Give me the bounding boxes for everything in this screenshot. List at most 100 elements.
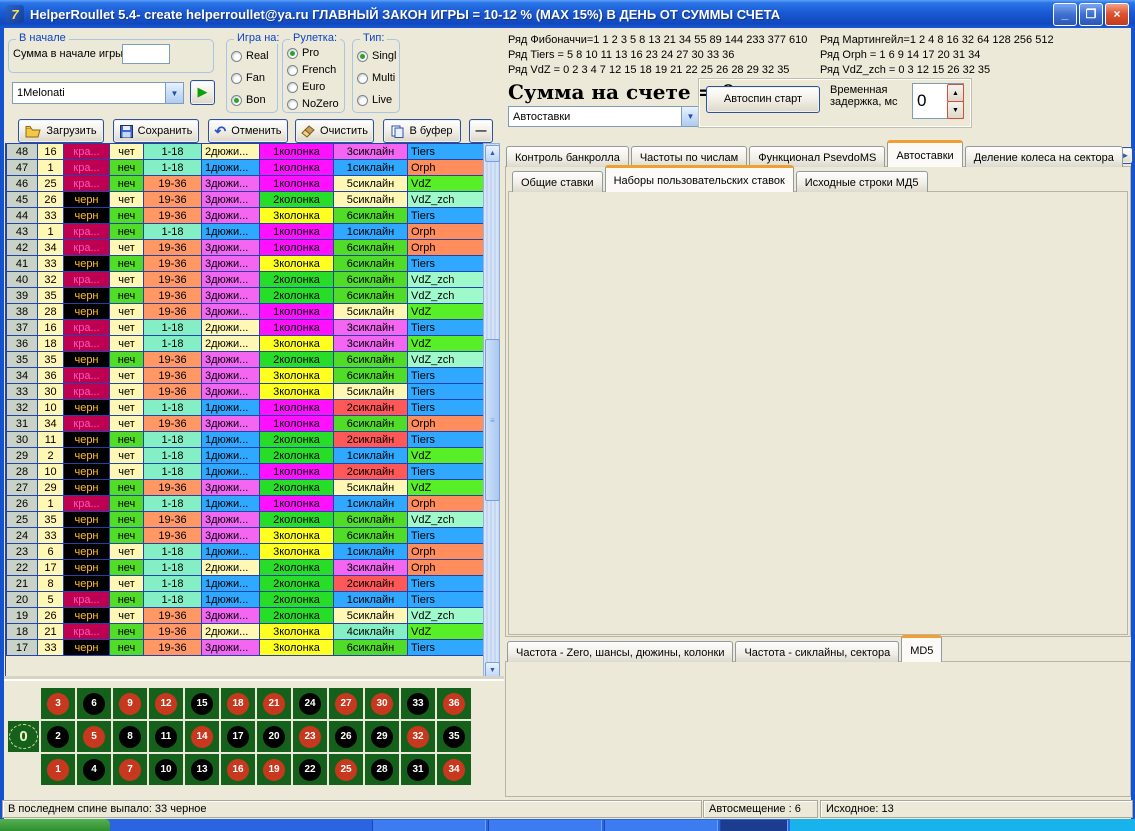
- mode-combobox[interactable]: Автоставки ▼: [508, 106, 700, 127]
- chevron-down-icon[interactable]: ▼: [681, 107, 699, 126]
- board-cell-30[interactable]: 30: [365, 688, 399, 719]
- history-row[interactable]: 2729черннеч19-363дюжи...2колонка5сиклайн…: [6, 479, 484, 496]
- radio-singl[interactable]: Singl: [357, 50, 396, 62]
- history-row[interactable]: 4526чернчет19-363дюжи...2колонка5сиклайн…: [6, 191, 484, 208]
- radio-fan[interactable]: Fan: [231, 72, 265, 84]
- tab-main-0[interactable]: Контроль банкролла: [506, 146, 629, 167]
- scrollbar-thumb[interactable]: ≡: [485, 339, 500, 501]
- radio-nozero[interactable]: NoZero: [287, 98, 339, 110]
- tab-bottom-1[interactable]: Частота - сиклайны, сектора: [735, 641, 899, 662]
- board-cell-34[interactable]: 34: [437, 754, 471, 785]
- board-cell-27[interactable]: 27: [329, 688, 363, 719]
- history-row[interactable]: 3330кра...чет19-363дюжи...3колонка5сикла…: [6, 383, 484, 400]
- board-cell-7[interactable]: 7: [113, 754, 147, 785]
- board-cell-22[interactable]: 22: [293, 754, 327, 785]
- history-row[interactable]: 3828чернчет19-363дюжи...1колонка5сиклайн…: [6, 303, 484, 320]
- board-cell-5[interactable]: 5: [77, 721, 111, 752]
- board-cell-21[interactable]: 21: [257, 688, 291, 719]
- spin-up-icon[interactable]: ▲: [947, 84, 964, 102]
- history-row[interactable]: 1733черннеч19-363дюжи...3колонка6сиклайн…: [6, 639, 484, 656]
- board-cell-0[interactable]: 0: [8, 721, 39, 752]
- history-row[interactable]: 4816кра...чет1-182дюжи...1колонка3сиклай…: [6, 143, 484, 160]
- history-row[interactable]: 3011черннеч1-181дюжи...2колонка2сиклайнT…: [6, 431, 484, 448]
- radio-french[interactable]: French: [287, 64, 336, 76]
- taskbar-button[interactable]: [604, 820, 718, 831]
- board-cell-12[interactable]: 12: [149, 688, 183, 719]
- board-cell-1[interactable]: 1: [41, 754, 75, 785]
- tab-main-1[interactable]: Частоты по числам: [631, 146, 747, 167]
- to-clipboard-button[interactable]: В буфер: [383, 119, 461, 143]
- close-button[interactable]: ×: [1105, 3, 1129, 26]
- chevron-down-icon[interactable]: ▼: [165, 83, 183, 103]
- board-cell-14[interactable]: 14: [185, 721, 219, 752]
- preset-combobox[interactable]: 1Melonati ▼: [12, 82, 184, 104]
- radio-real[interactable]: Real: [231, 50, 269, 62]
- scroll-down-icon[interactable]: ▼: [485, 662, 500, 679]
- board-cell-24[interactable]: 24: [293, 688, 327, 719]
- tab-bottom-2[interactable]: MD5: [901, 635, 942, 662]
- history-row[interactable]: 3618кра...чет1-182дюжи...3колонка3сиклай…: [6, 335, 484, 352]
- history-row[interactable]: 3716кра...чет1-182дюжи...1колонка3сиклай…: [6, 319, 484, 336]
- board-cell-35[interactable]: 35: [437, 721, 471, 752]
- board-cell-20[interactable]: 20: [257, 721, 291, 752]
- board-cell-26[interactable]: 26: [329, 721, 363, 752]
- board-cell-31[interactable]: 31: [401, 754, 435, 785]
- board-cell-18[interactable]: 18: [221, 688, 255, 719]
- scroll-up-icon[interactable]: ▲: [485, 145, 500, 162]
- radio-bon[interactable]: Bon: [231, 94, 266, 106]
- save-button[interactable]: Сохранить: [113, 119, 199, 143]
- history-row[interactable]: 261кра...неч1-181дюжи...1колонка1сиклайн…: [6, 495, 484, 512]
- board-cell-28[interactable]: 28: [365, 754, 399, 785]
- autospin-start-button[interactable]: Автоспин старт: [706, 86, 820, 113]
- history-row[interactable]: 4433черннеч19-363дюжи...3колонка6сиклайн…: [6, 207, 484, 224]
- board-cell-29[interactable]: 29: [365, 721, 399, 752]
- load-button[interactable]: Загрузить: [18, 119, 104, 143]
- board-cell-17[interactable]: 17: [221, 721, 255, 752]
- undo-button[interactable]: ↶ Отменить: [208, 119, 288, 143]
- board-cell-16[interactable]: 16: [221, 754, 255, 785]
- history-row[interactable]: 4133черннеч19-363дюжи...3колонка6сиклайн…: [6, 255, 484, 272]
- tab-main-4[interactable]: Деление колеса на сектора: [965, 146, 1123, 167]
- board-cell-32[interactable]: 32: [401, 721, 435, 752]
- history-row[interactable]: 236чернчет1-181дюжи...3колонка1сиклайнOr…: [6, 543, 484, 560]
- board-cell-19[interactable]: 19: [257, 754, 291, 785]
- history-row[interactable]: 2433черннеч19-363дюжи...3колонка6сиклайн…: [6, 527, 484, 544]
- history-row[interactable]: 1926чернчет19-363дюжи...2колонка5сиклайн…: [6, 607, 484, 624]
- history-scrollbar[interactable]: ▲ ≡ ▼: [483, 143, 500, 679]
- board-cell-11[interactable]: 11: [149, 721, 183, 752]
- board-cell-10[interactable]: 10: [149, 754, 183, 785]
- radio-multi[interactable]: Multi: [357, 72, 395, 84]
- history-row[interactable]: 292чернчет1-181дюжи...2колонка1сиклайнVd…: [6, 447, 484, 464]
- tab-main-2[interactable]: Функционал PsevdoMS: [749, 146, 885, 167]
- tab-sub-0[interactable]: Общие ставки: [512, 171, 603, 192]
- spin-down-icon[interactable]: ▼: [947, 101, 964, 119]
- maximize-button[interactable]: ❐: [1079, 3, 1103, 26]
- taskbar-button[interactable]: [372, 820, 486, 831]
- board-cell-13[interactable]: 13: [185, 754, 219, 785]
- taskbar[interactable]: [0, 819, 1135, 831]
- board-cell-33[interactable]: 33: [401, 688, 435, 719]
- board-cell-9[interactable]: 9: [113, 688, 147, 719]
- board-cell-3[interactable]: 3: [41, 688, 75, 719]
- history-row[interactable]: 3134кра...чет19-363дюжи...1колонка6сикла…: [6, 415, 484, 432]
- history-row[interactable]: 3210чернчет1-181дюжи...1колонка2сиклайнT…: [6, 399, 484, 416]
- radio-live[interactable]: Live: [357, 94, 392, 106]
- board-cell-25[interactable]: 25: [329, 754, 363, 785]
- history-row[interactable]: 4234кра...чет19-363дюжи...1колонка6сикла…: [6, 239, 484, 256]
- history-row[interactable]: 1821кра...неч19-362дюжи...3колонка4сикла…: [6, 623, 484, 640]
- history-row[interactable]: 2535черннеч19-363дюжи...2колонка6сиклайн…: [6, 511, 484, 528]
- history-row[interactable]: 2217черннеч1-182дюжи...2колонка3сиклайнO…: [6, 559, 484, 576]
- history-row[interactable]: 3436кра...чет19-363дюжи...3колонка6сикла…: [6, 367, 484, 384]
- start-sum-input[interactable]: [122, 44, 170, 64]
- tab-sub-2[interactable]: Исходные строки МД5: [796, 171, 928, 192]
- start-button[interactable]: [0, 819, 110, 831]
- run-preset-button[interactable]: ▶: [190, 80, 215, 105]
- radio-pro[interactable]: Pro: [287, 47, 319, 59]
- board-cell-23[interactable]: 23: [293, 721, 327, 752]
- tab-sub-1[interactable]: Наборы пользовательских ставок: [605, 165, 794, 192]
- title-bar[interactable]: 7 HelperRoullet 5.4- create helperroulle…: [0, 0, 1135, 28]
- history-row[interactable]: 205кра...неч1-181дюжи...2колонка1сиклайн…: [6, 591, 484, 608]
- history-row[interactable]: 2810чернчет1-181дюжи...1колонка2сиклайнT…: [6, 463, 484, 480]
- history-row[interactable]: 471кра...неч1-181дюжи...1колонка1сиклайн…: [6, 159, 484, 176]
- radio-euro[interactable]: Euro: [287, 81, 325, 93]
